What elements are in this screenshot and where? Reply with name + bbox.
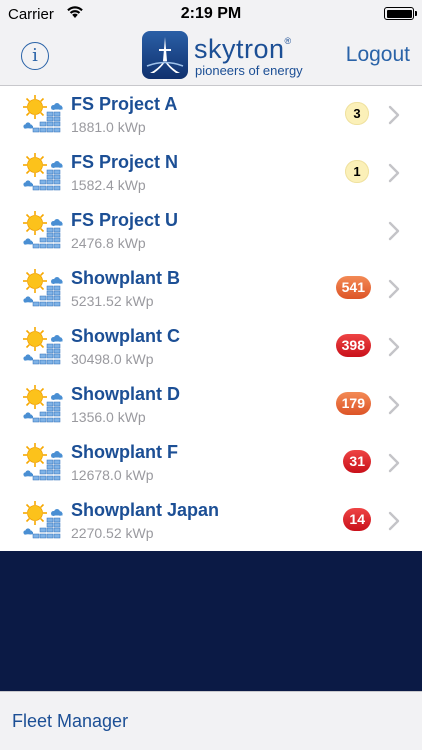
weather-solar-icon	[22, 326, 64, 368]
status-bar: Carrier 2:19 PM	[0, 0, 422, 28]
alert-badge: 1	[345, 160, 369, 183]
plant-power: 1356.0 kWp	[71, 409, 146, 425]
plant-power: 2270.52 kWp	[71, 525, 154, 541]
weather-solar-icon	[22, 384, 64, 426]
battery-icon	[384, 7, 417, 20]
plant-power: 30498.0 kWp	[71, 351, 154, 367]
plant-row[interactable]: Showplant F 12678.0 kWp 31	[0, 434, 422, 492]
weather-solar-icon	[22, 442, 64, 484]
logout-button[interactable]: Logout	[346, 43, 410, 67]
logo-name: skytron	[194, 34, 285, 64]
plant-row[interactable]: FS Project A 1881.0 kWp 3	[0, 86, 422, 144]
chevron-right-icon	[388, 105, 400, 125]
plant-row[interactable]: Showplant C 30498.0 kWp 398	[0, 318, 422, 376]
status-time: 2:19 PM	[180, 5, 242, 22]
skytron-logo: skytron® pioneers of energy	[142, 31, 312, 81]
alert-badge: 14	[343, 508, 371, 531]
plant-row[interactable]: Showplant D 1356.0 kWp 179	[0, 376, 422, 434]
plant-row[interactable]: Showplant Japan 2270.52 kWp 14	[0, 492, 422, 551]
chevron-right-icon	[388, 163, 400, 183]
plant-row[interactable]: Showplant B 5231.52 kWp 541	[0, 260, 422, 318]
plant-name: Showplant D	[71, 384, 180, 404]
plant-row[interactable]: FS Project N 1582.4 kWp 1	[0, 144, 422, 202]
chevron-right-icon	[388, 453, 400, 473]
chevron-right-icon	[388, 337, 400, 357]
logo-emblem-icon	[142, 31, 188, 79]
alert-badge: 179	[335, 392, 371, 415]
plant-name: FS Project U	[71, 210, 179, 230]
plant-power: 1881.0 kWp	[71, 119, 146, 135]
alert-badge: 31	[343, 450, 371, 473]
weather-solar-icon	[22, 94, 64, 136]
plant-list: FS Project A 1881.0 kWp 3 FS Project N 1582…	[0, 86, 422, 551]
plant-name: FS Project A	[71, 94, 178, 114]
alert-badge: 398	[335, 334, 371, 357]
plant-power: 5231.52 kWp	[71, 293, 154, 309]
info-icon: i	[32, 45, 38, 66]
fleet-manager-link[interactable]: Fleet Manager	[12, 711, 128, 732]
weather-solar-icon	[22, 500, 64, 542]
logo-wordmark: skytron®	[194, 34, 292, 65]
chevron-right-icon	[388, 279, 400, 299]
plant-row[interactable]: FS Project U 2476.8 kWp	[0, 202, 422, 260]
weather-solar-icon	[22, 152, 64, 194]
navigation-bar: i skytron® pioneers of energy Logout	[0, 28, 422, 86]
plant-name: Showplant Japan	[71, 500, 220, 520]
plant-power: 2476.8 kWp	[71, 235, 146, 251]
weather-solar-icon	[22, 268, 64, 310]
info-button[interactable]: i	[21, 42, 49, 70]
logo-tagline: pioneers of energy	[195, 63, 303, 78]
plant-power: 1582.4 kWp	[71, 177, 146, 193]
alert-badge: 3	[345, 102, 369, 125]
chevron-right-icon	[388, 221, 400, 241]
weather-solar-icon	[22, 210, 64, 252]
plant-name: FS Project N	[71, 152, 179, 172]
registered-mark: ®	[284, 36, 292, 46]
plant-name: Showplant C	[71, 326, 180, 346]
plant-power: 12678.0 kWp	[71, 467, 154, 483]
footer-bar: Fleet Manager	[0, 691, 422, 750]
alert-badge: 541	[335, 276, 371, 299]
chevron-right-icon	[388, 395, 400, 415]
chevron-right-icon	[388, 511, 400, 531]
plant-name: Showplant F	[71, 442, 178, 462]
plant-name: Showplant B	[71, 268, 180, 288]
